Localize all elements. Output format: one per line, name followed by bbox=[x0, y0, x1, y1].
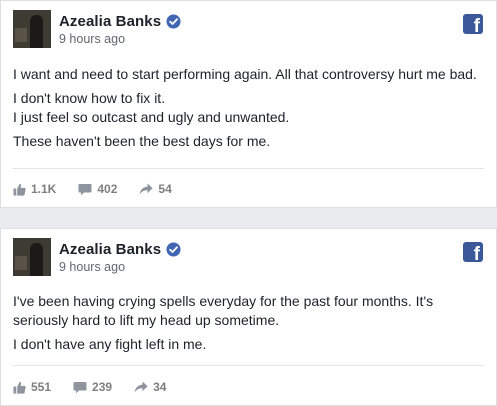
post-paragraph: I want and need to start performing agai… bbox=[13, 66, 477, 82]
post-paragraph: These haven't been the best days for me. bbox=[13, 133, 271, 149]
facebook-logo-icon: f bbox=[463, 14, 483, 36]
comment-bubble-icon bbox=[78, 183, 92, 195]
post-timestamp[interactable]: 9 hours ago bbox=[59, 32, 125, 46]
post-paragraph: I've been having crying spells everyday … bbox=[13, 293, 434, 309]
avatar[interactable] bbox=[13, 238, 51, 276]
post-timestamp[interactable]: 9 hours ago bbox=[59, 260, 125, 274]
thumbs-up-icon bbox=[13, 381, 26, 394]
avatar[interactable] bbox=[13, 10, 51, 48]
post-text: I want and need to start performing agai… bbox=[13, 65, 484, 151]
post-paragraph: I just feel so outcast and ugly and unwa… bbox=[13, 109, 290, 125]
post-header: Azealia Banks bbox=[59, 240, 181, 258]
author-name[interactable]: Azealia Banks bbox=[59, 13, 161, 30]
divider bbox=[13, 168, 484, 169]
comment-count[interactable]: 239 bbox=[73, 380, 112, 394]
share-count-label: 54 bbox=[158, 182, 172, 196]
post-text: I've been having crying spells everyday … bbox=[13, 292, 484, 354]
like-count[interactable]: 551 bbox=[13, 380, 51, 394]
facebook-logo-icon: f bbox=[463, 242, 483, 264]
post-paragraph: seriously hard to lift my head up someti… bbox=[13, 312, 280, 328]
thumbs-up-icon bbox=[13, 183, 26, 196]
engagement-stats: 1.1K 402 54 bbox=[13, 181, 194, 197]
like-count[interactable]: 1.1K bbox=[13, 182, 56, 196]
like-count-label: 1.1K bbox=[31, 182, 57, 196]
like-count-label: 551 bbox=[31, 380, 52, 394]
post-header: Azealia Banks bbox=[59, 12, 181, 30]
verified-badge-icon bbox=[166, 13, 181, 29]
post-card: Azealia Banks 9 hours ago f I've been ha… bbox=[0, 228, 497, 406]
post-paragraph: I don't know how to fix it. bbox=[13, 90, 166, 106]
comment-count-label: 402 bbox=[97, 182, 118, 196]
post-card: Azealia Banks 9 hours ago f I want and n… bbox=[0, 0, 497, 208]
share-arrow-icon bbox=[134, 381, 148, 393]
comment-count-label: 239 bbox=[92, 380, 113, 394]
divider bbox=[13, 365, 484, 366]
post-paragraph: I don't have any fight left in me. bbox=[13, 336, 207, 352]
share-arrow-icon bbox=[139, 183, 153, 195]
author-name[interactable]: Azealia Banks bbox=[59, 241, 161, 258]
engagement-stats: 551 239 34 bbox=[13, 379, 188, 395]
share-count-label: 34 bbox=[153, 380, 167, 394]
verified-badge-icon bbox=[166, 241, 181, 257]
share-count[interactable]: 34 bbox=[134, 380, 166, 394]
comment-count[interactable]: 402 bbox=[78, 182, 117, 196]
comment-bubble-icon bbox=[73, 381, 87, 393]
share-count[interactable]: 54 bbox=[139, 182, 172, 196]
